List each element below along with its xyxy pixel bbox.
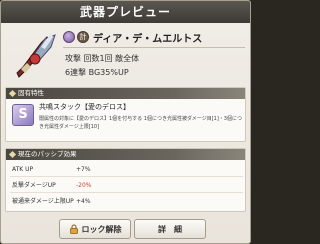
unique-trait-title: 固有特性 [18, 89, 44, 97]
weapon-effect-line: 6連撃 BG35%UP [65, 68, 129, 77]
stat-value: -20% [76, 182, 92, 189]
weapon-preview-dialog: 武器プレビュー 計 ディア・デ・ムエルトス 攻撃 回数1回 敵全体 6連撃 BG… [0, 0, 251, 244]
weapon-type-line: 攻撃 回数1回 敵全体 [65, 54, 140, 63]
weapon-image[interactable] [11, 29, 59, 79]
passive-effects-panel: 現在のパッシブ効果 ATK UP +7% 反撃ダメージUP -20% 被通来ダメ… [5, 148, 246, 212]
skill-name: 共鳴スタック【愛のデロス】 [39, 103, 130, 111]
weapon-name-row: 計 ディア・デ・ムエルトス [63, 30, 203, 45]
divider [63, 47, 245, 48]
stat-row: 反撃ダメージUP -20% [10, 179, 243, 193]
rank-badge: 計 [77, 31, 89, 43]
passive-effects-header: 現在のパッシブ効果 [6, 149, 245, 160]
stat-row: ATK UP +7% [10, 163, 243, 177]
stat-value: +7% [76, 166, 91, 173]
stat-value: +4% [76, 198, 91, 205]
unlock-button-label: ロック解除 [81, 224, 122, 234]
unique-trait-header: 固有特性 [6, 88, 245, 99]
dark-element-icon [63, 31, 75, 43]
passive-effects-title: 現在のパッシブ効果 [18, 150, 77, 158]
unique-trait-panel: 固有特性 S 共鳴スタック【愛のデロス】 闇属性の対象に【愛のデロス】1個を付与… [5, 87, 246, 142]
unlock-button[interactable]: ロック解除 [59, 219, 131, 239]
skill-icon[interactable]: S [12, 104, 34, 126]
diamond-icon [8, 89, 17, 98]
skill-description: 闇属性の対象に【愛のデロス】1個を付与する 1個につき光属性被ダメージ目[1]・… [39, 116, 242, 130]
weapon-summary: 計 ディア・デ・ムエルトス 攻撃 回数1回 敵全体 6連撃 BG35%UP [1, 23, 250, 87]
stat-label: 反撃ダメージUP [12, 182, 56, 189]
dialog-title: 武器プレビュー [1, 1, 250, 23]
diamond-icon [8, 150, 17, 159]
lock-icon [69, 224, 78, 234]
details-button[interactable]: 詳 細 [134, 219, 206, 239]
stat-label: 被通来ダメージ上限UP [12, 198, 74, 205]
stat-label: ATK UP [12, 166, 34, 173]
stat-row: 被通来ダメージ上限UP +4% [10, 195, 243, 209]
details-button-label: 詳 細 [158, 224, 182, 234]
weapon-name: ディア・デ・ムエルトス [93, 33, 203, 45]
